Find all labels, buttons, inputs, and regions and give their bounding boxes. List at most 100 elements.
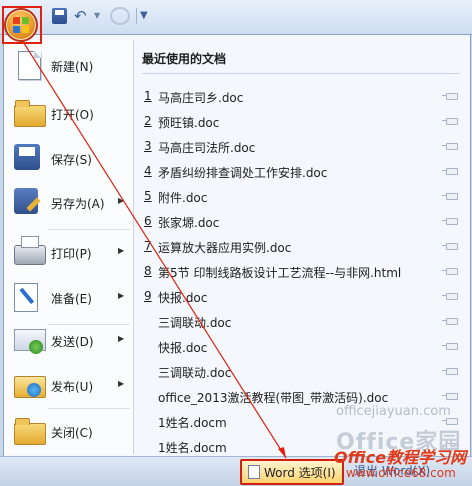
recent-document-number: 9	[144, 289, 152, 303]
submenu-arrow-icon: ▶	[118, 334, 125, 343]
recent-document-item[interactable]: 2 预旺镇.doc	[136, 110, 466, 134]
recent-document-name: 快报.doc	[158, 291, 208, 305]
save-icon	[14, 144, 40, 170]
command-label: 准备(E)	[51, 292, 92, 306]
divider	[48, 408, 130, 409]
recent-documents: 最近使用的文档 1 马高庄司乡.doc 2 预旺镇.doc 3 马高庄司法所.doc 4 矛盾…	[136, 40, 466, 455]
command-label: 打开(O)	[51, 108, 94, 122]
recent-document-item[interactable]: 三调联动.doc	[136, 360, 466, 384]
close-folder-icon	[14, 418, 46, 445]
recent-documents-title: 最近使用的文档	[142, 50, 460, 74]
recent-document-item[interactable]: 快报.doc	[136, 335, 466, 359]
recent-document-name: 马高庄司乡.doc	[158, 91, 244, 105]
options-document-icon	[248, 465, 260, 479]
recent-document-name: 马高庄司法所.doc	[158, 141, 256, 155]
recent-document-number: 8	[144, 264, 152, 278]
divider	[48, 229, 130, 230]
command-label: 新建(N)	[51, 60, 94, 74]
recent-document-item[interactable]: 1 马高庄司乡.doc	[136, 85, 466, 109]
recent-document-item[interactable]: 7 运算放大器应用实例.doc	[136, 235, 466, 259]
pin-icon[interactable]	[442, 218, 458, 225]
recent-document-number: 3	[144, 139, 152, 153]
quick-access-toolbar: ↶ ▼ ▼	[0, 0, 472, 35]
recent-document-name: 附件.doc	[158, 191, 208, 205]
recent-document-item[interactable]: 三调联动.doc	[136, 310, 466, 334]
recent-document-item[interactable]: 9 快报.doc	[136, 285, 466, 309]
pin-icon[interactable]	[442, 368, 458, 375]
publish-icon	[14, 376, 46, 398]
recent-document-number: 2	[144, 114, 152, 128]
pin-icon[interactable]	[442, 393, 458, 400]
redo-icon[interactable]	[110, 7, 130, 25]
prepare-icon	[14, 283, 38, 312]
pin-icon[interactable]	[442, 293, 458, 300]
command-label: 关闭(C)	[51, 426, 93, 440]
pin-icon[interactable]	[442, 193, 458, 200]
watermark-logo-text: Office教程学习网	[334, 448, 467, 467]
watermark-url: www.office68.com	[346, 466, 456, 480]
word-options-button[interactable]: Word 选项(I)	[240, 459, 344, 485]
recent-document-name: 三调联动.doc	[158, 366, 232, 380]
recent-document-item[interactable]: 8 第5节 印制线路板设计工艺流程--与非网.html	[136, 260, 466, 284]
recent-document-item[interactable]: 5 附件.doc	[136, 185, 466, 209]
pin-icon[interactable]	[442, 118, 458, 125]
recent-document-number: 7	[144, 239, 152, 253]
recent-document-name: 1姓名.docm	[158, 441, 227, 455]
office-menu: 新建(N) 打开(O) 保存(S) 另存为(A) ▶ 打印(P) ▶ 准备(E)…	[3, 34, 471, 458]
command-publish[interactable]: 发布(U) ▶	[4, 366, 133, 406]
recent-document-item[interactable]: 4 矛盾纠纷排查调处工作安排.doc	[136, 160, 466, 184]
recent-document-item[interactable]: 3 马高庄司法所.doc	[136, 135, 466, 159]
recent-document-name: 快报.doc	[158, 341, 208, 355]
submenu-arrow-icon: ▶	[118, 246, 125, 255]
recent-document-name: 张家塬.doc	[158, 216, 220, 230]
save-icon[interactable]	[52, 8, 67, 24]
pin-icon[interactable]	[442, 318, 458, 325]
undo-dropdown-icon[interactable]: ▼	[94, 8, 102, 24]
recent-document-name: 运算放大器应用实例.doc	[158, 241, 292, 255]
command-open[interactable]: 打开(O)	[4, 94, 133, 134]
submenu-arrow-icon: ▶	[118, 196, 125, 205]
command-prepare[interactable]: 准备(E) ▶	[4, 278, 133, 318]
send-icon	[14, 329, 46, 354]
command-label: 发送(D)	[51, 335, 94, 349]
command-label: 另存为(A)	[51, 197, 105, 211]
command-save[interactable]: 保存(S)	[4, 139, 133, 179]
command-close[interactable]: 关闭(C)	[4, 412, 133, 452]
submenu-arrow-icon: ▶	[118, 291, 125, 300]
new-document-icon	[18, 51, 41, 80]
command-send[interactable]: 发送(D) ▶	[4, 321, 133, 361]
pin-icon[interactable]	[442, 268, 458, 275]
recent-document-number: 5	[144, 189, 152, 203]
undo-icon[interactable]: ↶	[74, 8, 92, 24]
pin-icon[interactable]	[442, 143, 458, 150]
pin-icon[interactable]	[442, 168, 458, 175]
recent-document-name: 预旺镇.doc	[158, 116, 220, 130]
recent-document-number: 1	[144, 89, 152, 103]
toolbar-separator	[136, 8, 137, 24]
command-list: 新建(N) 打开(O) 保存(S) 另存为(A) ▶ 打印(P) ▶ 准备(E)…	[4, 40, 134, 454]
command-label: 发布(U)	[51, 380, 94, 394]
annotation-highlight-box	[2, 6, 42, 44]
pin-icon[interactable]	[442, 343, 458, 350]
command-print[interactable]: 打印(P) ▶	[4, 233, 133, 273]
recent-document-name: 1姓名.docm	[158, 416, 227, 430]
save-as-icon	[14, 188, 38, 214]
watermark-text: officejiayuan.com	[336, 404, 451, 419]
command-save-as[interactable]: 另存为(A) ▶	[4, 183, 133, 223]
open-folder-icon	[14, 100, 46, 127]
command-new[interactable]: 新建(N)	[4, 46, 133, 86]
word-options-label: Word 选项(I)	[264, 466, 336, 480]
pin-icon[interactable]	[442, 243, 458, 250]
recent-document-name: 三调联动.doc	[158, 316, 232, 330]
print-icon	[14, 236, 46, 265]
recent-document-number: 6	[144, 214, 152, 228]
recent-document-name: 第5节 印制线路板设计工艺流程--与非网.html	[158, 266, 402, 280]
submenu-arrow-icon: ▶	[118, 379, 125, 388]
command-label: 打印(P)	[51, 247, 92, 261]
pin-icon[interactable]	[442, 93, 458, 100]
recent-document-item[interactable]: 6 张家塬.doc	[136, 210, 466, 234]
recent-document-number: 4	[144, 164, 152, 178]
command-label: 保存(S)	[51, 153, 92, 167]
customize-icon[interactable]: ▼	[140, 8, 150, 24]
recent-document-name: 矛盾纠纷排查调处工作安排.doc	[158, 166, 328, 180]
